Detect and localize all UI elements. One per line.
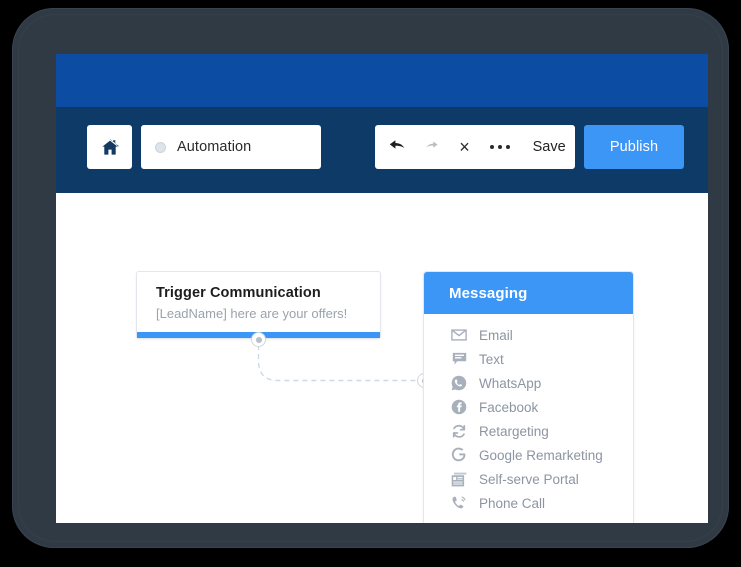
undo-button[interactable] (380, 125, 416, 169)
menu-item-whatsapp[interactable]: WhatsApp (424, 371, 633, 395)
automation-label: Automation (177, 139, 252, 155)
facebook-icon (450, 398, 468, 416)
connector-node-source[interactable] (251, 332, 266, 347)
home-button[interactable] (87, 125, 132, 169)
trigger-card-subtitle: [LeadName] here are your offers! (156, 306, 348, 321)
redo-icon (424, 140, 439, 155)
screenshot-root: Automation × Save Publish Trigger Commun… (0, 0, 741, 567)
envelope-icon (450, 326, 468, 344)
menu-item-phone-call[interactable]: Phone Call (424, 491, 633, 515)
menu-item-label: Self-serve Portal (479, 471, 579, 487)
google-g-icon (450, 446, 468, 464)
home-icon (100, 138, 120, 156)
brand-band (56, 54, 708, 107)
menu-item-label: Facebook (479, 399, 539, 415)
trigger-communication-card[interactable]: Trigger Communication [LeadName] here ar… (136, 271, 381, 339)
close-button[interactable]: × (448, 125, 482, 169)
messaging-panel-header: Messaging (424, 272, 633, 314)
menu-item-label: Text (479, 351, 504, 367)
automation-name-field[interactable]: Automation (141, 125, 321, 169)
menu-item-label: WhatsApp (479, 375, 542, 391)
chat-bubble-icon (450, 350, 468, 368)
menu-item-text[interactable]: Text (424, 347, 633, 371)
menu-item-label: Google Remarketing (479, 447, 603, 463)
redo-button[interactable] (416, 125, 448, 169)
menu-item-email[interactable]: Email (424, 323, 633, 347)
phone-call-icon (450, 494, 468, 512)
automation-status-dot (155, 141, 166, 153)
menu-item-google-remarketing[interactable]: Google Remarketing (424, 443, 633, 467)
workflow-canvas[interactable]: Trigger Communication [LeadName] here ar… (56, 193, 708, 523)
publish-button[interactable]: Publish (584, 125, 684, 169)
more-options-button[interactable] (481, 125, 519, 169)
undo-icon (389, 139, 406, 156)
tablet-screen: Automation × Save Publish Trigger Commun… (56, 54, 708, 523)
menu-item-facebook[interactable]: Facebook (424, 395, 633, 419)
refresh-cycle-icon (450, 422, 468, 440)
save-button[interactable]: Save (523, 125, 575, 169)
menu-item-self-serve-portal[interactable]: Self-serve Portal (424, 467, 633, 491)
messaging-panel-title: Messaging (449, 284, 528, 302)
messaging-panel-list: Email Text WhatsApp Facebook Retargeting… (424, 314, 633, 523)
close-icon: × (459, 137, 470, 157)
portal-window-icon (450, 470, 468, 488)
menu-item-label: Email (479, 327, 513, 343)
menu-item-label: Retargeting (479, 423, 549, 439)
menu-item-retargeting[interactable]: Retargeting (424, 419, 633, 443)
more-options-icon (490, 145, 511, 149)
toolbar-action-group: × Save (375, 125, 575, 169)
tablet-device-frame: Automation × Save Publish Trigger Commun… (12, 8, 729, 548)
trigger-card-title: Trigger Communication (156, 285, 321, 301)
whatsapp-icon (450, 374, 468, 392)
messaging-panel: Messaging Email Text WhatsApp Facebook R… (423, 271, 634, 523)
menu-item-label: Phone Call (479, 495, 546, 511)
